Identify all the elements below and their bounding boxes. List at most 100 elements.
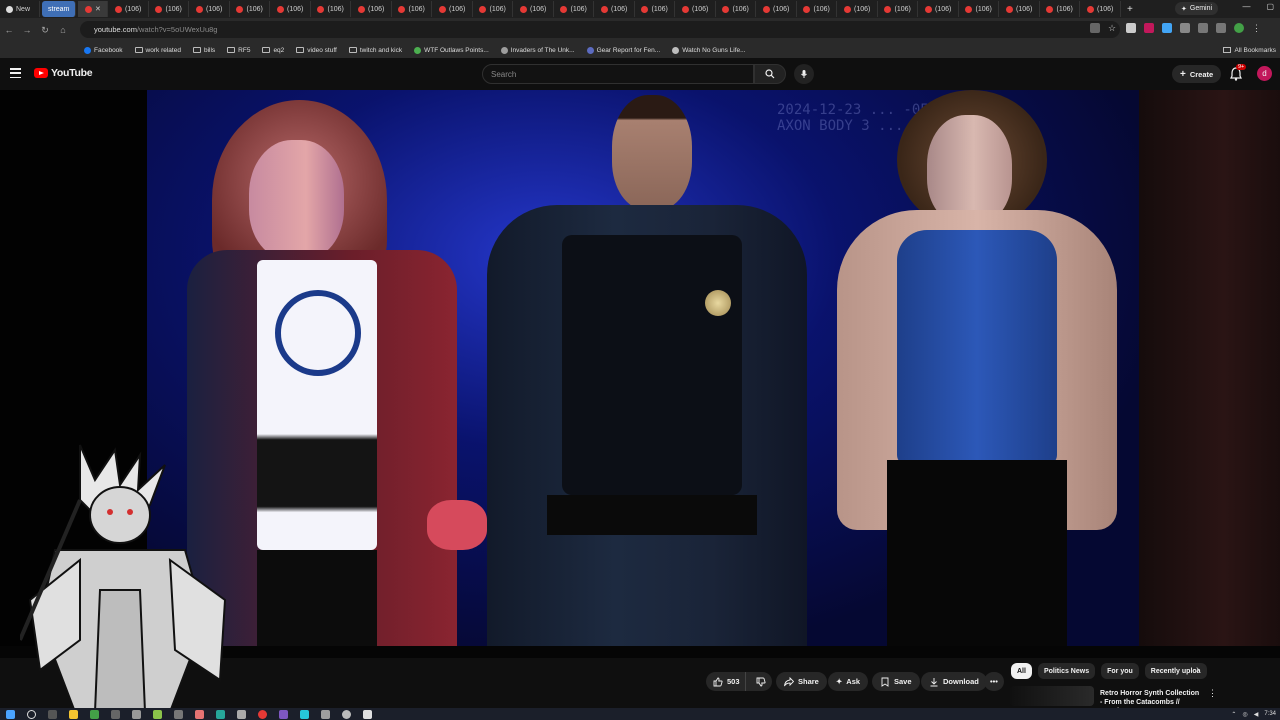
video-frame[interactable]: 2024-12-23 ... -0500 AXON BODY 3 ... [147,90,1139,646]
like-button[interactable]: 503 [706,672,746,691]
bookmark-star-icon[interactable]: ☆ [1108,23,1118,33]
tab-youtube[interactable]: (106) [959,1,1000,17]
app-icon[interactable] [216,709,225,719]
search-input[interactable]: Search [482,64,754,84]
minimize-icon[interactable]: — [1242,2,1250,11]
windows-start-icon[interactable] [6,709,15,719]
tab-youtube[interactable]: (106) [230,1,271,17]
app-icon[interactable] [111,709,120,719]
chat-icon[interactable] [1216,23,1226,33]
new-tab-plus-icon[interactable]: + [1121,4,1139,15]
bookmark-item[interactable]: twitch and kick [343,47,408,54]
recommendation-thumbnail[interactable] [1010,686,1094,706]
back-icon[interactable]: ← [0,25,18,35]
menu-dots-icon[interactable]: ⋮ [1252,23,1262,33]
recommendation-title[interactable]: Retro Horror Synth Collection - From the… [1100,689,1200,709]
tab-youtube[interactable]: (106) [392,1,433,17]
tab-youtube[interactable]: (106) [108,1,149,17]
bookmark-item[interactable]: work related [129,47,187,54]
tab-youtube[interactable]: (106) [594,1,635,17]
tab-youtube[interactable]: (106) [837,1,878,17]
search-button[interactable] [754,64,786,84]
app-icon[interactable] [90,709,99,719]
tab-youtube[interactable]: (106) [716,1,757,17]
tab-youtube[interactable]: (106) [432,1,473,17]
reload-icon[interactable]: ↻ [36,25,54,36]
extension-icon[interactable] [1162,23,1172,33]
app-icon[interactable] [237,709,246,719]
install-app-icon[interactable] [1090,23,1100,33]
bookmark-item[interactable]: RF5 [221,47,256,54]
tab-youtube[interactable]: (106) [1040,1,1081,17]
bookmark-item[interactable]: Watch No Guns Life... [666,46,751,54]
puzzle-icon[interactable] [1180,23,1190,33]
home-icon[interactable]: ⌂ [54,25,72,35]
app-icon[interactable] [195,709,204,719]
filter-chip[interactable]: All [1011,663,1032,679]
extension-icon[interactable] [1144,23,1154,33]
avatar[interactable]: d [1257,66,1272,81]
app-icon[interactable] [48,709,57,719]
search-icon[interactable] [27,709,36,719]
tab-stream[interactable]: stream [42,1,77,17]
voice-search-button[interactable] [794,64,814,84]
more-vertical-icon[interactable]: ⋮ [1208,688,1217,699]
create-button[interactable]: + Create [1172,65,1222,83]
share-button[interactable]: Share [776,672,827,691]
tab-youtube[interactable]: (106) [473,1,514,17]
maximize-icon[interactable]: ▢ [1266,2,1274,11]
address-bar[interactable]: youtube.com/watch?v=5oUWexUu8g [80,21,1120,38]
download-button[interactable]: Download [921,672,987,691]
chevron-right-icon[interactable]: › [1196,664,1199,675]
tab-youtube[interactable]: (106) [797,1,838,17]
volume-icon[interactable]: ◀ [1254,711,1259,718]
app-icon[interactable] [363,709,372,719]
tab-youtube[interactable]: (106) [756,1,797,17]
tab-youtube[interactable]: (106) [999,1,1040,17]
extension-icon[interactable] [1126,23,1136,33]
tab-youtube[interactable]: (106) [675,1,716,17]
tab-youtube[interactable]: (106) [149,1,190,17]
bookmark-item[interactable]: bills [187,47,221,54]
network-icon[interactable]: ◎ [1242,711,1247,718]
tab-current[interactable]: ✕ [78,1,109,17]
filter-chip[interactable]: Politics News [1037,663,1096,679]
bookmark-item[interactable]: Facebook [78,46,129,54]
bookmark-item[interactable]: eq2 [256,47,290,54]
app-icon[interactable] [153,709,162,719]
clock[interactable]: 7:34 [1264,711,1276,717]
tab-youtube[interactable]: (106) [189,1,230,17]
tab-close-icon[interactable]: ✕ [95,5,101,13]
explorer-icon[interactable] [69,709,78,719]
chrome-icon[interactable] [258,709,267,719]
bookmark-item[interactable]: WTF Outlaws Points... [408,46,495,54]
app-icon[interactable] [132,709,141,719]
tab-youtube[interactable]: (106) [1080,1,1121,17]
hamburger-menu-icon[interactable] [10,68,21,78]
ask-button[interactable]: ✦ Ask [828,672,869,691]
tab-youtube[interactable]: (106) [554,1,595,17]
filter-chip[interactable]: For you [1101,663,1139,679]
tab-youtube[interactable]: (106) [513,1,554,17]
forward-icon[interactable]: → [18,25,36,35]
app-icon[interactable] [321,709,330,719]
gemini-button[interactable]: ✦ Gemini [1175,2,1219,15]
tab-youtube[interactable]: (106) [311,1,352,17]
profile-icon[interactable] [1234,23,1244,33]
bookmark-item[interactable]: Gear Report for Fen... [581,46,667,54]
more-actions-button[interactable]: ••• [984,672,1004,691]
tab-youtube[interactable]: (106) [351,1,392,17]
app-icon[interactable] [279,709,288,719]
all-bookmarks[interactable]: All Bookmarks [1219,42,1280,58]
tab-new[interactable]: New [0,1,40,17]
bookmark-item[interactable]: Invaders of The Unk... [495,46,581,54]
save-button[interactable]: Save [872,672,920,691]
tab-youtube[interactable]: (106) [918,1,959,17]
dislike-button[interactable] [750,677,772,687]
chevron-up-icon[interactable]: ⌃ [1231,711,1236,718]
tab-youtube[interactable]: (106) [635,1,676,17]
app-icon[interactable] [300,709,309,719]
sidebar-icon[interactable] [1198,23,1208,33]
tab-youtube[interactable]: (106) [878,1,919,17]
gear-icon[interactable] [342,709,351,719]
